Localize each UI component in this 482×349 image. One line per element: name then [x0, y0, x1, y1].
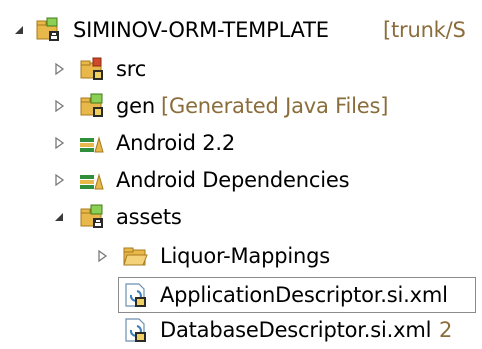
tree-item-label: DatabaseDescriptor.si.xml [160, 318, 432, 342]
tree-item-label: Android 2.2 [116, 131, 236, 155]
expanded-arrow-icon[interactable] [13, 24, 25, 36]
gen-folder-icon [80, 93, 103, 117]
android-project-icon [36, 17, 59, 41]
tree-item-label: src [116, 57, 147, 81]
collapsed-arrow-icon[interactable] [53, 174, 65, 186]
tree-item-label: gen [116, 94, 155, 118]
tree-item-liquor-mappings[interactable]: Liquor-Mappings [0, 237, 482, 275]
source-folder-icon [80, 57, 103, 80]
tree-item-label: Liquor-Mappings [160, 244, 330, 268]
tree-item-database-descriptor[interactable]: DatabaseDescriptor.si.xml 2 [0, 311, 482, 349]
xml-file-icon [125, 283, 146, 307]
tree-item-assets[interactable]: assets [0, 198, 482, 236]
tree-item-application-descriptor[interactable]: ApplicationDescriptor.si.xml [0, 276, 482, 314]
project-explorer-tree: SIMINOV-ORM-TEMPLATE [trunk/S src gen [G [0, 0, 482, 345]
tree-item-project-root[interactable]: SIMINOV-ORM-TEMPLATE [trunk/S [0, 11, 482, 49]
revision-decoration: 2 [439, 318, 453, 342]
tree-item-android-2-2[interactable]: Android 2.2 [0, 124, 482, 162]
tree-item-gen[interactable]: gen [Generated Java Files] [0, 87, 482, 125]
svn-decoration: [trunk/S [383, 18, 466, 42]
tree-item-label: Android Dependencies [116, 168, 350, 192]
xml-file-icon [125, 318, 146, 342]
tree-item-label: assets [116, 205, 182, 229]
tree-item-android-dependencies[interactable]: Android Dependencies [0, 161, 482, 199]
collapsed-arrow-icon[interactable] [96, 250, 108, 262]
library-icon [80, 136, 104, 153]
generated-decoration: [Generated Java Files] [161, 94, 389, 118]
collapsed-arrow-icon[interactable] [53, 100, 65, 112]
versioned-folder-icon [80, 204, 103, 228]
tree-item-label: SIMINOV-ORM-TEMPLATE [73, 18, 329, 42]
collapsed-arrow-icon[interactable] [53, 63, 65, 75]
tree-item-label: ApplicationDescriptor.si.xml [160, 283, 448, 307]
expanded-arrow-icon[interactable] [53, 211, 65, 223]
collapsed-arrow-icon[interactable] [53, 137, 65, 149]
library-icon [80, 173, 104, 190]
folder-icon [123, 247, 148, 266]
tree-item-src[interactable]: src [0, 50, 482, 88]
